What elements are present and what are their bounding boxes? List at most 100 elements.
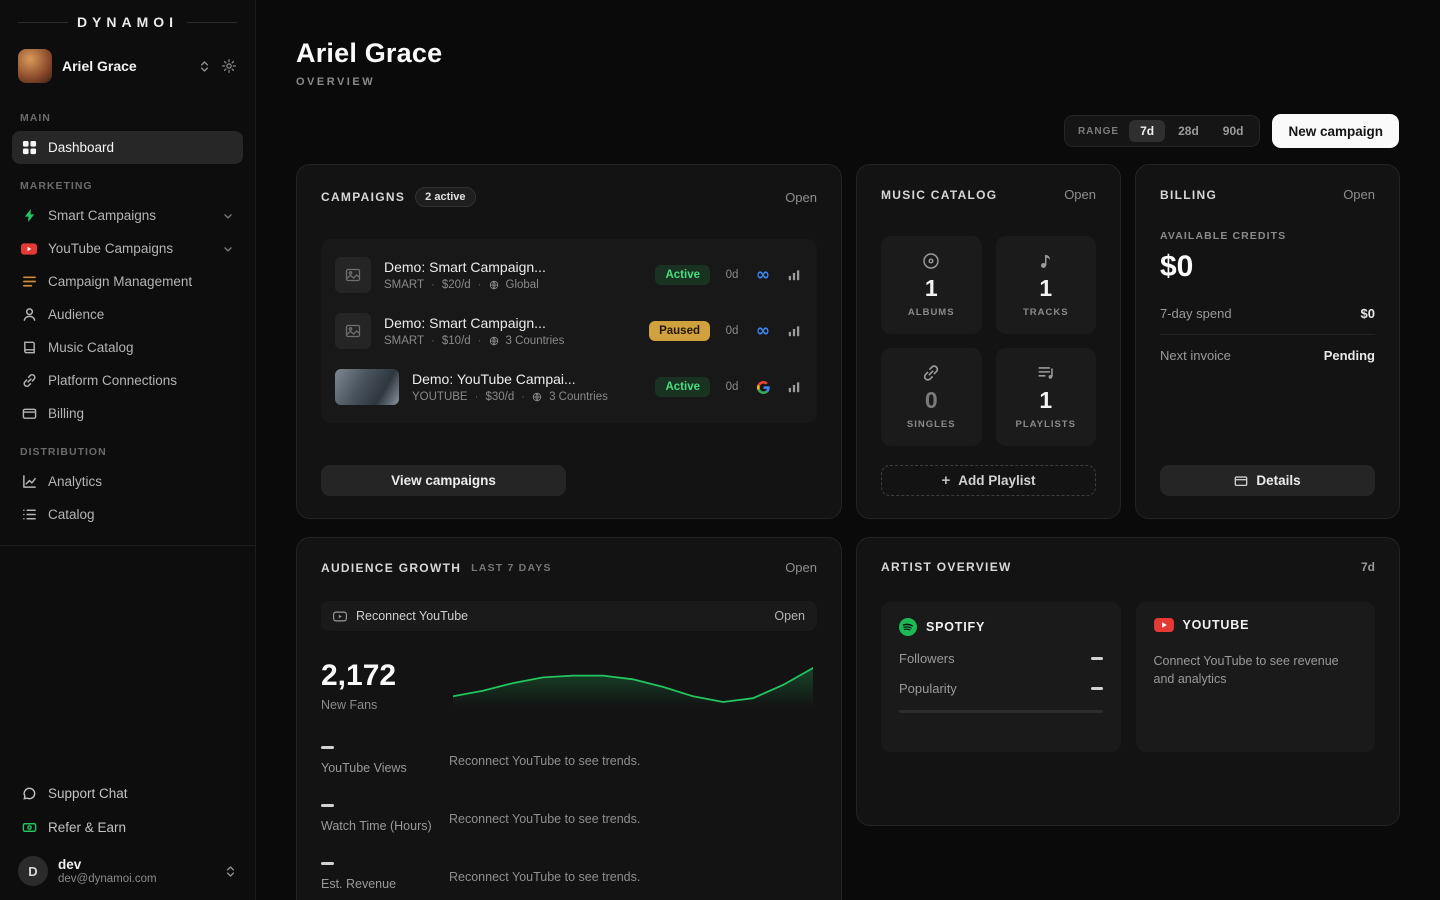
active-count-badge: 2 active (415, 187, 475, 207)
sidebar-item-label: Analytics (48, 474, 102, 489)
youtube-panel: YOUTUBE Connect YouTube to see revenue a… (1136, 602, 1376, 752)
audience-growth-open-link[interactable]: Open (785, 560, 817, 575)
artist-selector[interactable]: Ariel Grace (12, 42, 243, 90)
sidebar-item-music-catalog[interactable]: Music Catalog (12, 331, 243, 364)
platform-cards: SPOTIFY Followers Popularity Y (881, 602, 1375, 752)
audience-sparkline (453, 661, 813, 707)
stat-tile-albums[interactable]: 1 ALBUMS (881, 236, 982, 334)
campaign-meta: SMART $20/d Global (384, 279, 642, 291)
stat-label: PLAYLISTS (1016, 419, 1076, 430)
range-28d[interactable]: 28d (1167, 120, 1210, 142)
youtube-title: YOUTUBE (1183, 618, 1250, 632)
stat-label: SINGLES (907, 419, 956, 430)
artist-switch-icon[interactable] (198, 60, 211, 73)
empty-value-dash (321, 862, 334, 865)
campaign-row[interactable]: Demo: YouTube Campai... YOUTUBE $30/d 3 … (335, 359, 803, 415)
campaigns-open-link[interactable]: Open (785, 190, 817, 205)
meta-separator (431, 335, 435, 347)
metric-label: Watch Time (Hours) (321, 819, 449, 833)
status-badge: Active (655, 377, 710, 397)
range-90d[interactable]: 90d (1212, 120, 1255, 142)
campaign-type: SMART (384, 335, 424, 347)
campaign-thumbnail (335, 257, 371, 293)
music-catalog-open-link[interactable]: Open (1064, 187, 1096, 202)
reconnect-open-link[interactable]: Open (774, 609, 805, 623)
range-7d[interactable]: 7d (1129, 120, 1165, 142)
billing-details-button[interactable]: Details (1160, 465, 1375, 496)
list-icon (21, 507, 37, 523)
campaign-type: YOUTUBE (412, 391, 468, 403)
section-label-distribution: DISTRIBUTION (20, 446, 235, 458)
section-label-marketing: MARKETING (20, 180, 235, 192)
range-label: RANGE (1078, 126, 1119, 137)
reconnect-youtube-banner[interactable]: Reconnect YouTube Open (321, 601, 817, 631)
campaign-row[interactable]: Demo: Smart Campaign... SMART $20/d Glob… (335, 247, 803, 303)
stat-label: TRACKS (1023, 307, 1069, 318)
stat-tile-playlists[interactable]: 1 PLAYLISTS (996, 348, 1097, 446)
empty-value-dash (1091, 657, 1103, 660)
campaign-budget: $30/d (485, 391, 514, 403)
refer-earn-link[interactable]: Refer & Earn (12, 810, 243, 844)
artist-overview-range: 7d (1361, 560, 1375, 574)
page-title: Ariel Grace (296, 38, 1399, 69)
audience-growth-title: AUDIENCE GROWTH (321, 561, 461, 575)
new-fans-stat: 2,172 New Fans (321, 659, 396, 712)
chart-icon (21, 474, 37, 490)
page-subtitle: OVERVIEW (296, 76, 1399, 88)
sidebar-item-dashboard[interactable]: Dashboard (12, 131, 243, 164)
sidebar-item-platform-connections[interactable]: Platform Connections (12, 364, 243, 397)
link-icon (21, 373, 37, 389)
new-fans-label: New Fans (321, 698, 396, 712)
campaign-name: Demo: YouTube Campai... (412, 371, 642, 387)
sidebar-item-audience[interactable]: Audience (12, 298, 243, 331)
meta-separator (478, 279, 482, 291)
stat-tile-tracks[interactable]: 1 TRACKS (996, 236, 1097, 334)
meta-separator (431, 279, 435, 291)
artist-overview-title: ARTIST OVERVIEW (881, 560, 1012, 574)
user-meta: dev dev@dynamoi.com (58, 857, 214, 885)
campaign-scope: 3 Countries (506, 335, 565, 347)
music-catalog-header: MUSIC CATALOG Open (881, 187, 1096, 202)
sidebar-item-smart-campaigns[interactable]: Smart Campaigns (12, 199, 243, 232)
billing-open-link[interactable]: Open (1343, 187, 1375, 202)
campaign-stats-icon[interactable] (785, 380, 803, 394)
support-chat-label: Support Chat (48, 786, 128, 801)
stat-tile-singles[interactable]: 0 SINGLES (881, 348, 982, 446)
sidebar-item-billing[interactable]: Billing (12, 397, 243, 430)
globe-icon (532, 392, 542, 402)
refer-earn-label: Refer & Earn (48, 820, 126, 835)
playlist-icon (1037, 364, 1055, 382)
campaign-meta: SMART $10/d 3 Countries (384, 335, 636, 347)
meta-separator (478, 335, 482, 347)
campaign-row[interactable]: Demo: Smart Campaign... SMART $10/d 3 Co… (335, 303, 803, 359)
followers-label: Followers (899, 651, 955, 666)
sidebar-item-youtube-campaigns[interactable]: YouTube Campaigns (12, 232, 243, 265)
add-playlist-button[interactable]: + Add Playlist (881, 465, 1096, 496)
metric-left: Watch Time (Hours) (321, 800, 449, 833)
sidebar-item-catalog[interactable]: Catalog (12, 498, 243, 531)
campaigns-title: CAMPAIGNS (321, 190, 405, 204)
available-credits-value: $0 (1160, 250, 1375, 284)
user-email: dev@dynamoi.com (58, 873, 214, 885)
user-menu[interactable]: D dev dev@dynamoi.com (12, 844, 243, 888)
new-fans-value: 2,172 (321, 659, 396, 693)
view-campaigns-button[interactable]: View campaigns (321, 465, 566, 496)
campaign-stats-icon[interactable] (785, 324, 803, 338)
campaign-stats-icon[interactable] (785, 268, 803, 282)
campaigns-header: CAMPAIGNS 2 active Open (321, 187, 817, 207)
new-campaign-button[interactable]: New campaign (1272, 114, 1399, 148)
popularity-label: Popularity (899, 681, 957, 696)
support-chat-link[interactable]: Support Chat (12, 776, 243, 810)
music-note-icon (1037, 252, 1055, 270)
sidebar-item-analytics[interactable]: Analytics (12, 465, 243, 498)
sidebar-nav: MAIN Dashboard MARKETING Smart Campaigns… (12, 96, 243, 531)
sidebar-item-label: Dashboard (48, 140, 114, 155)
gear-icon[interactable] (221, 58, 237, 74)
meta-separator (521, 391, 525, 403)
sidebar-item-campaign-management[interactable]: Campaign Management (12, 265, 243, 298)
available-credits-label: AVAILABLE CREDITS (1160, 230, 1375, 242)
metric-note: Reconnect YouTube to see trends. (449, 800, 640, 826)
campaign-info: Demo: Smart Campaign... SMART $10/d 3 Co… (384, 315, 636, 347)
sidebar-item-label: Catalog (48, 507, 95, 522)
meta-icon: ∞ (754, 323, 772, 340)
